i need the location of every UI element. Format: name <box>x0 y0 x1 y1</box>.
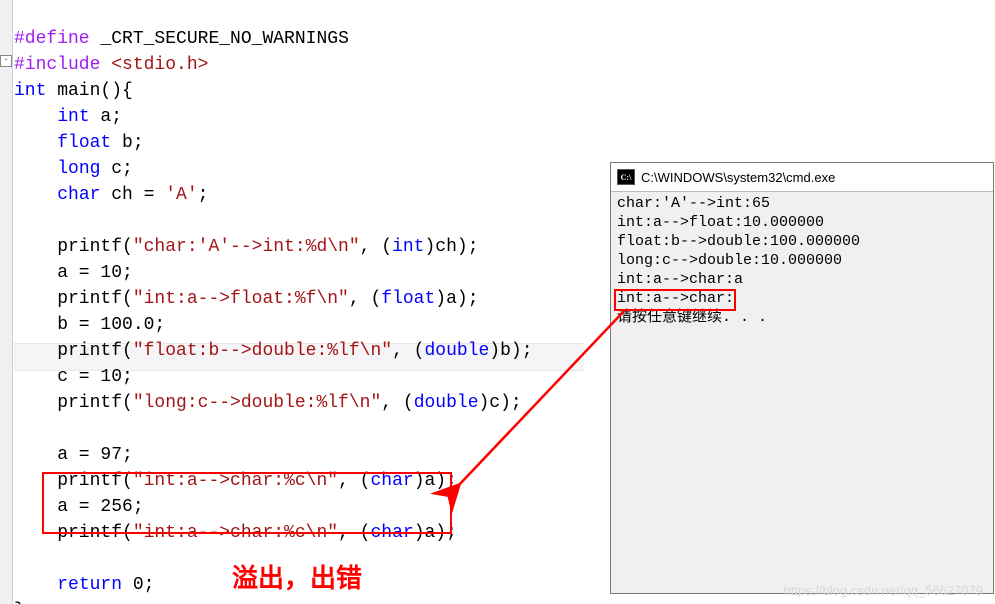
code-line: printf("float:b-->double:%lf\n", (double… <box>14 341 533 361</box>
code-line: a = 10; <box>14 263 133 283</box>
cmd-icon: C:\ <box>617 169 635 185</box>
cmd-title-text: C:\WINDOWS\system32\cmd.exe <box>641 170 835 185</box>
code-line: printf("char:'A'-->int:%d\n", (int)ch); <box>14 237 479 257</box>
code-line: printf("int:a-->float:%f\n", (float)a); <box>14 289 479 309</box>
code-line: float b; <box>14 133 144 153</box>
cmd-titlebar[interactable]: C:\ C:\WINDOWS\system32\cmd.exe <box>611 163 993 192</box>
cmd-line: int:a-->float:10.000000 <box>617 214 824 231</box>
annotation-text: 溢出，出错 <box>232 558 362 595</box>
code-line: a = 97; <box>14 445 133 465</box>
cmd-line: float:b-->double:100.000000 <box>617 233 860 250</box>
code-line: int a; <box>14 107 122 127</box>
cmd-line: 请按任意键继续. . . <box>617 309 767 326</box>
cmd-line: char:'A'-->int:65 <box>617 195 770 212</box>
code-line: #include <stdio.h> <box>14 55 208 75</box>
code-line: return 0; <box>14 575 154 595</box>
watermark: https://blog.csdn.net/qq_56627079 <box>784 583 984 598</box>
code-line: long c; <box>14 159 133 179</box>
code-line: int main(){ <box>14 81 133 101</box>
code-line: char ch = 'A'; <box>14 185 208 205</box>
code-line: c = 10; <box>14 367 133 387</box>
editor-gutter: - <box>0 0 13 604</box>
code-line: printf("long:c-->double:%lf\n", (double)… <box>14 393 522 413</box>
cmd-line: int:a-->char:a <box>617 271 743 288</box>
code-line: b = 100.0; <box>14 315 165 335</box>
cmd-window: C:\ C:\WINDOWS\system32\cmd.exe char:'A'… <box>610 162 994 594</box>
fold-minus-icon[interactable]: - <box>0 55 12 67</box>
cmd-line: long:c-->double:10.000000 <box>617 252 842 269</box>
annotation-box-output <box>614 289 736 311</box>
code-line: #define _CRT_SECURE_NO_WARNINGS <box>14 29 349 49</box>
annotation-box-code <box>42 472 452 534</box>
